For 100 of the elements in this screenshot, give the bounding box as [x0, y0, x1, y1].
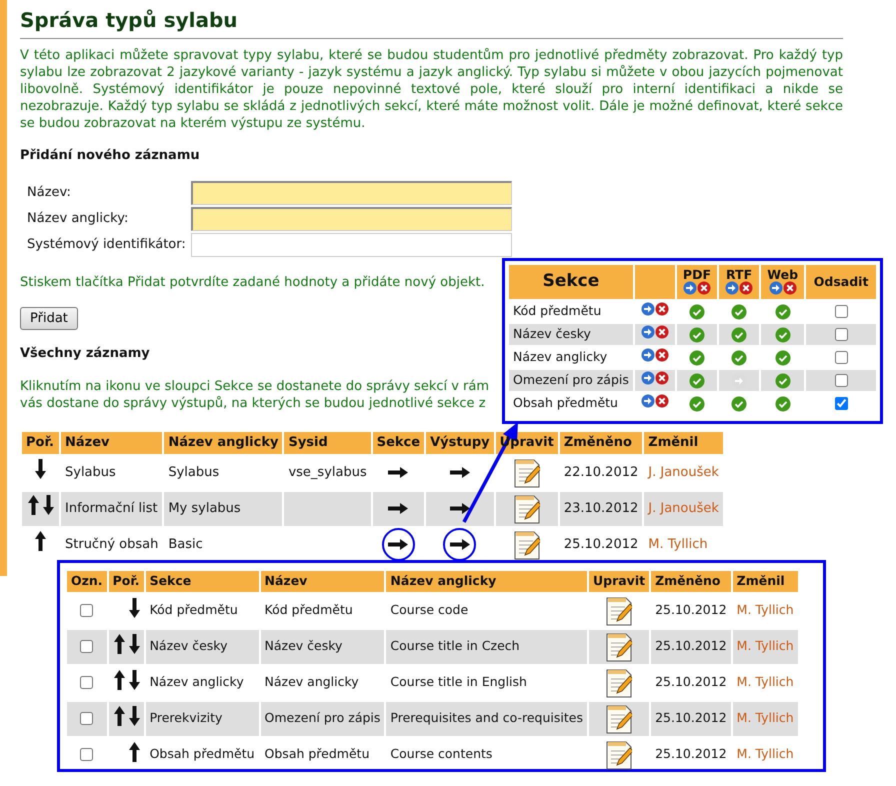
hint-text: Stiskem tlačítka Přidat potvrdíte zadané hodnoty a přidáte nový objekt. — [20, 274, 485, 291]
down-arrow-icon[interactable] — [128, 598, 140, 618]
delete-icon[interactable] — [654, 324, 669, 339]
arrow-circle-icon[interactable] — [725, 280, 740, 294]
user-link[interactable]: M. Tyllich — [736, 602, 794, 618]
right-arrow-icon[interactable] — [450, 466, 470, 478]
add-button[interactable]: Přidat — [20, 306, 78, 330]
delete-icon[interactable] — [739, 280, 754, 294]
check-icon[interactable] — [774, 326, 791, 343]
delete-icon[interactable] — [654, 302, 669, 316]
checkbox[interactable] — [834, 397, 848, 410]
check-icon[interactable] — [774, 350, 791, 366]
table-cell-text: 22.10.2012 — [562, 464, 640, 482]
table-cell: Prerekvizity — [146, 702, 259, 736]
table-cell: Informační list — [61, 492, 162, 526]
checkbox[interactable] — [80, 712, 94, 726]
up-arrow-icon[interactable] — [35, 531, 46, 552]
check-icon[interactable] — [731, 304, 748, 320]
hint-text: vás dostane do správy výstupů, na kterých se budou jednotlivé sekce z — [20, 394, 486, 412]
check-icon[interactable] — [688, 350, 705, 366]
edit-icon[interactable] — [606, 668, 632, 698]
down-arrow-icon[interactable] — [35, 459, 46, 480]
check-icon[interactable] — [731, 350, 748, 366]
table-cell: Course title in Czech — [386, 630, 587, 664]
column-header: Název — [260, 571, 384, 592]
right-arrow-icon[interactable] — [450, 539, 470, 550]
field-label: Název: — [20, 180, 191, 206]
arrow-circle-icon[interactable] — [640, 302, 655, 316]
edit-icon[interactable] — [606, 740, 632, 770]
check-icon[interactable] — [731, 396, 748, 412]
input-field[interactable] — [191, 180, 512, 205]
edit-icon[interactable] — [514, 530, 540, 560]
up-arrow-icon[interactable] — [114, 706, 125, 726]
table-cell-text: Obsah předmětu — [264, 745, 370, 764]
table-cell-text: Sylabus — [64, 464, 117, 482]
checkbox[interactable] — [834, 328, 848, 342]
up-arrow-icon[interactable] — [114, 670, 125, 690]
up-arrow-icon[interactable] — [28, 495, 38, 516]
right-arrow-icon[interactable] — [388, 466, 408, 478]
check-icon[interactable] — [774, 372, 791, 389]
edit-icon[interactable] — [514, 458, 540, 488]
user-link[interactable]: J. Janoušek — [648, 464, 719, 480]
checkbox[interactable] — [834, 351, 848, 364]
checkbox[interactable] — [80, 676, 94, 690]
right-arrow-icon[interactable] — [388, 539, 408, 550]
right-arrow-icon[interactable] — [388, 502, 408, 514]
check-icon[interactable] — [688, 372, 705, 389]
table-cell-text: Název anglicky — [148, 673, 245, 692]
check-icon[interactable] — [688, 326, 705, 343]
arrow-circle-icon[interactable] — [640, 394, 655, 408]
field-label: Název anglicky: — [20, 206, 191, 232]
down-arrow-icon[interactable] — [128, 706, 140, 726]
user-link[interactable]: M. Tyllich — [736, 674, 794, 690]
delete-icon[interactable] — [654, 394, 669, 408]
check-icon[interactable] — [688, 304, 705, 320]
table-cell-text: Sylabus — [167, 464, 220, 482]
arrow-circle-icon[interactable] — [640, 348, 655, 362]
input-field[interactable] — [191, 206, 512, 231]
checkbox[interactable] — [834, 374, 848, 388]
field-label: Systémový identifikátor: — [20, 232, 191, 258]
column-header: Změněno — [651, 571, 731, 592]
intro-text: V této aplikaci můžete spravovat typy sylabu, které se budou studentům pro jednotlivé předměty zobrazovat. Pro každý typ sylabu lze zobrazovat 2 jazykové varianty - jazyk systému a jazyk anglický. Typ sylabu si můžete v obou jazycích pojmenovat libovolně. Systémový identifikátor je pouze nepovinné textové pole, které slouží pro interní identifikaci a nikde se nezobrazuje. Každý typ sylabu se skládá z jednotlivých sekcí, které máte možnost volit. Dále je možné definovat, které sekce se budou zobrazovat na kterém výstupu ze systému. — [20, 47, 843, 132]
check-icon[interactable] — [731, 326, 748, 343]
checkbox[interactable] — [80, 748, 94, 762]
edit-icon[interactable] — [606, 632, 632, 662]
column-header: Sekce — [146, 571, 259, 592]
up-arrow-icon[interactable] — [114, 634, 125, 654]
arrow-circle-icon[interactable] — [768, 280, 783, 294]
check-icon[interactable] — [774, 396, 791, 412]
delete-icon[interactable] — [654, 348, 669, 362]
arrow-circle-icon[interactable] — [640, 324, 655, 339]
arrow-circle-icon[interactable] — [682, 280, 697, 294]
user-link[interactable]: M. Tyllich — [648, 536, 708, 552]
arrow-circle-icon[interactable] — [640, 370, 655, 385]
user-link[interactable]: M. Tyllich — [736, 746, 794, 762]
down-arrow-icon[interactable] — [128, 634, 140, 654]
down-arrow-icon[interactable] — [42, 495, 54, 516]
edit-icon[interactable] — [606, 704, 632, 734]
delete-icon[interactable] — [696, 280, 711, 294]
column-header: Poř. — [26, 435, 54, 450]
column-header: PDF — [682, 268, 712, 280]
table-cell-text: Název anglicky — [512, 348, 608, 366]
delete-icon[interactable] — [782, 280, 797, 294]
checkbox[interactable] — [80, 604, 94, 618]
edit-icon[interactable] — [606, 596, 632, 626]
table-cell-text: Kód předmětu — [264, 601, 354, 620]
up-arrow-icon[interactable] — [128, 742, 140, 762]
edit-icon[interactable] — [514, 494, 540, 524]
input-field[interactable] — [191, 232, 512, 257]
right-arrow-icon[interactable] — [450, 502, 470, 514]
check-icon[interactable] — [688, 396, 705, 412]
down-arrow-icon[interactable] — [128, 670, 140, 690]
table-cell: Omezení pro zápis — [260, 702, 384, 736]
checkbox[interactable] — [834, 305, 848, 318]
checkbox[interactable] — [80, 640, 94, 654]
delete-icon[interactable] — [654, 370, 669, 385]
column-header: Sekce — [509, 265, 633, 299]
table-cell-text: 25.10.2012 — [654, 601, 728, 620]
column-header: Změnil — [648, 435, 698, 450]
check-icon[interactable] — [774, 304, 791, 320]
